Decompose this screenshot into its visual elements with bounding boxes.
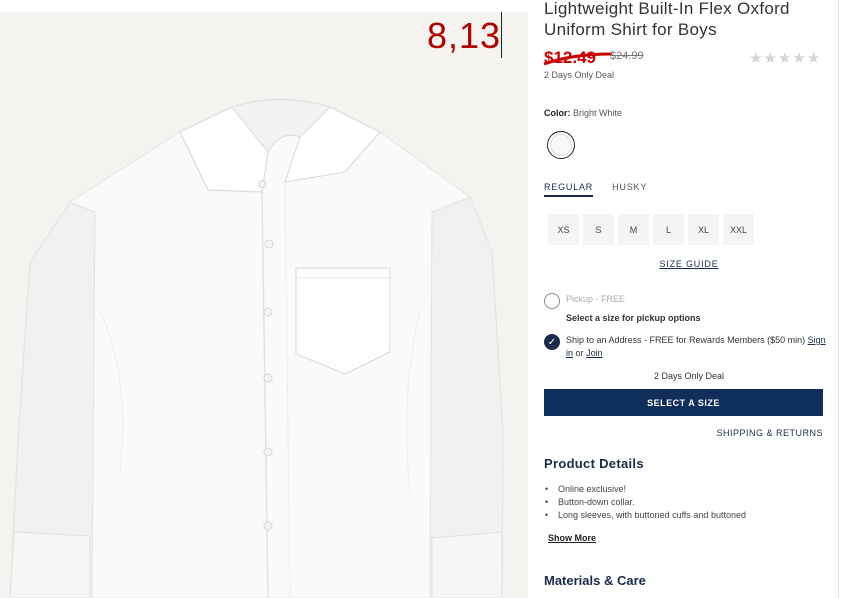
product-title-line2: Uniform Shirt for Boys [544,20,717,39]
scrollbar-track[interactable] [838,0,839,598]
materials-heading[interactable]: Materials & Care [544,573,834,588]
list-item: Long sleeves, with buttoned cuffs and bu… [544,509,834,522]
list-item: Online exclusive! [544,483,834,496]
or-text: or [575,348,584,358]
deal-note: 2 Days Only Deal [544,70,615,80]
pickup-label: Pickup - FREE [566,294,626,304]
strike-mark [543,52,613,66]
ship-radio-checked-icon[interactable]: ✓ [544,334,560,350]
size-l-button[interactable]: L [653,214,684,245]
color-value: Bright White [573,108,623,118]
size-options: XS S M L XL XXL [548,214,834,245]
product-details-heading: Product Details [544,456,644,471]
color-label: Color: [544,108,571,118]
size-s-button[interactable]: S [583,214,614,245]
pickup-radio[interactable] [544,293,560,309]
product-image-panel [0,12,528,598]
select-size-button[interactable]: SELECT A SIZE [544,389,823,416]
text-cursor [501,12,502,58]
ship-label-block: Ship to an Address - FREE for Rewards Me… [566,334,834,360]
tab-husky[interactable]: HUSKY [612,182,647,197]
swatch-fill [550,134,572,156]
size-xxl-button[interactable]: XXL [723,214,754,245]
join-link[interactable]: Join [586,348,603,358]
tab-regular[interactable]: REGULAR [544,182,594,197]
annotation-text: 8,13 [427,15,502,56]
original-price: $24.99 [610,50,644,62]
pickup-subtext: Select a size for pickup options [566,313,701,323]
pickup-option[interactable]: Pickup - FREE [544,293,834,309]
deal-note-center: 2 Days Only Deal [653,371,725,381]
show-more-link[interactable]: Show More [548,533,834,543]
price-row: $12.49 $24.99 ★★★★★ [543,48,834,70]
ship-label: Ship to an Address - FREE for Rewards Me… [566,335,806,345]
size-xl-button[interactable]: XL [688,214,719,245]
size-guide-link[interactable]: SIZE GUIDE [544,259,834,269]
size-xs-button[interactable]: XS [548,214,579,245]
list-item: Button-down collar. [544,496,834,509]
shipping-returns-link[interactable]: SHIPPING & RETURNS [544,428,823,438]
size-m-button[interactable]: M [618,214,649,245]
product-title-line1: Lightweight Built-In Flex Oxford [544,0,790,18]
product-info-panel: Lightweight Built-In Flex Oxford Uniform… [543,0,834,588]
details-list: Online exclusive! Button-down collar. Lo… [544,483,834,522]
shirt-image [9,99,504,598]
color-label-row: Color: Bright White [544,108,834,118]
fit-tabs: REGULAR HUSKY [544,182,834,197]
rating-stars-icon[interactable]: ★★★★★ [749,49,821,67]
ship-to-address-option[interactable]: ✓ Ship to an Address - FREE for Rewards … [544,334,834,360]
product-title: Lightweight Built-In Flex Oxford Uniform… [544,0,834,40]
color-swatch-bright-white[interactable] [547,131,575,159]
